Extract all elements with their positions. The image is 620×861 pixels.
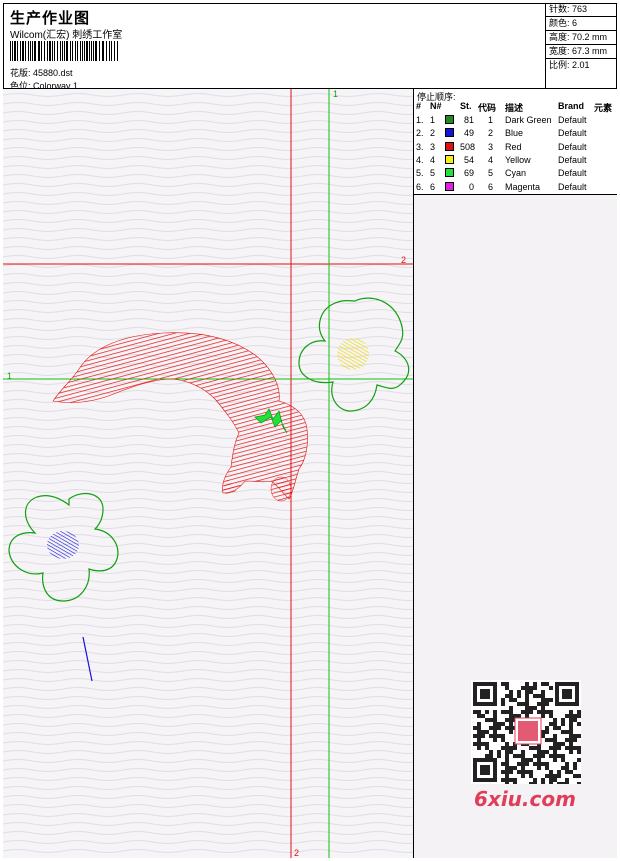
row-stitches: 49 xyxy=(463,128,474,139)
col-brand: Brand xyxy=(558,101,585,111)
row-code: 2 xyxy=(488,128,494,139)
row-stitches: 69 xyxy=(463,168,474,179)
barcode xyxy=(10,41,118,61)
color-swatch xyxy=(445,154,454,164)
row-description: Cyan xyxy=(505,168,527,179)
studio-subtitle: Wilcom(汇宏) 刺绣工作室 xyxy=(10,30,123,41)
row-brand: Default xyxy=(558,128,587,139)
design-filename: 花版: 45880.dst xyxy=(10,68,73,78)
row-description: Blue xyxy=(505,128,524,139)
row-description: Yellow xyxy=(505,154,531,165)
row-needle: 6 xyxy=(430,181,436,192)
row-code: 5 xyxy=(488,168,494,179)
design-scale: 比例: 2.01 xyxy=(549,60,590,70)
embroidery-preview: 1 1 2 2 xyxy=(3,89,413,858)
color-swatch xyxy=(445,141,454,151)
design-canvas: 1 1 2 2 xyxy=(3,89,414,858)
row-code: 3 xyxy=(488,141,494,152)
design-height: 高度: 70.2 mm xyxy=(546,31,617,45)
row-brand: Default xyxy=(558,154,587,165)
table-row: 4. 4 54 4 Yellow Default xyxy=(416,154,616,168)
row-brand: Default xyxy=(558,181,587,192)
green-guide-top-label: 1 xyxy=(333,89,338,99)
red-guide-right-label: 2 xyxy=(401,255,406,265)
header: 生产作业图 Wilcom(汇宏) 刺绣工作室 花版: 45880.dst 色位:… xyxy=(3,3,617,91)
col-st: St. xyxy=(460,101,472,111)
row-index: 3. xyxy=(416,141,424,152)
row-stitches: 0 xyxy=(468,181,474,192)
col-code: 代码 xyxy=(478,103,497,113)
stitch-count: 针数: 763 xyxy=(546,3,617,17)
row-index: 4. xyxy=(416,154,424,165)
row-stitches: 54 xyxy=(463,154,474,165)
seal-logo xyxy=(518,721,538,741)
green-guide-left-label: 1 xyxy=(7,371,12,381)
stats-box: 针数: 763 颜色: 6 高度: 70.2 mm 宽度: 67.3 mm 比例… xyxy=(545,3,617,89)
watermark-text: 6xiu.com xyxy=(474,787,576,811)
color-swatch xyxy=(445,168,454,178)
table-row: 1. 1 81 1 Dark Green Default xyxy=(416,115,616,128)
row-brand: Default xyxy=(558,168,587,179)
col-desc: 描述 xyxy=(505,103,524,113)
qr-code xyxy=(471,680,581,784)
table-header: # N# St. 代码 描述 Brand 元素 xyxy=(416,101,616,113)
page-title: 生产作业图 xyxy=(10,10,91,27)
row-code: 4 xyxy=(488,154,494,165)
col-elem: 元素 xyxy=(594,103,613,113)
row-index: 2. xyxy=(416,128,424,139)
yellow-center xyxy=(337,338,369,370)
row-brand: Default xyxy=(558,141,587,152)
row-index: 5. xyxy=(416,168,424,179)
row-stitches: 81 xyxy=(463,115,474,125)
row-needle: 2 xyxy=(430,128,436,139)
row-index: 1. xyxy=(416,115,424,125)
row-description: Magenta xyxy=(505,181,541,192)
stop-sequence-table: 停止顺序: # N# St. 代码 描述 Brand 元素 1. 1 81 1 Dark… xyxy=(414,89,617,195)
row-brand: Default xyxy=(558,115,587,125)
design-width: 宽度: 67.3 mm xyxy=(546,45,617,59)
col-n: N# xyxy=(430,101,442,111)
row-code: 1 xyxy=(488,115,494,125)
row-needle: 3 xyxy=(430,141,436,152)
table-row: 2. 2 49 2 Blue Default xyxy=(416,128,616,141)
color-swatch xyxy=(445,128,454,138)
color-swatch xyxy=(445,115,454,124)
row-index: 6. xyxy=(416,181,424,192)
table-row: 5. 5 69 5 Cyan Default xyxy=(416,168,616,181)
row-description: Red xyxy=(505,141,522,152)
row-needle: 1 xyxy=(430,115,436,125)
blue-center xyxy=(47,531,79,559)
color-count: 颜色: 6 xyxy=(546,17,617,31)
table-row: 3. 3 508 3 Red Default xyxy=(416,141,616,155)
row-code: 6 xyxy=(488,181,494,192)
row-needle: 4 xyxy=(430,154,436,165)
row-stitches: 508 xyxy=(460,141,476,152)
col-idx: # xyxy=(416,101,422,111)
table-row: 6. 6 0 6 Magenta Default xyxy=(416,181,616,195)
color-swatch xyxy=(445,181,454,191)
row-needle: 5 xyxy=(430,168,436,179)
red-guide-bottom-label: 2 xyxy=(294,848,299,858)
row-description: Dark Green xyxy=(505,115,552,125)
